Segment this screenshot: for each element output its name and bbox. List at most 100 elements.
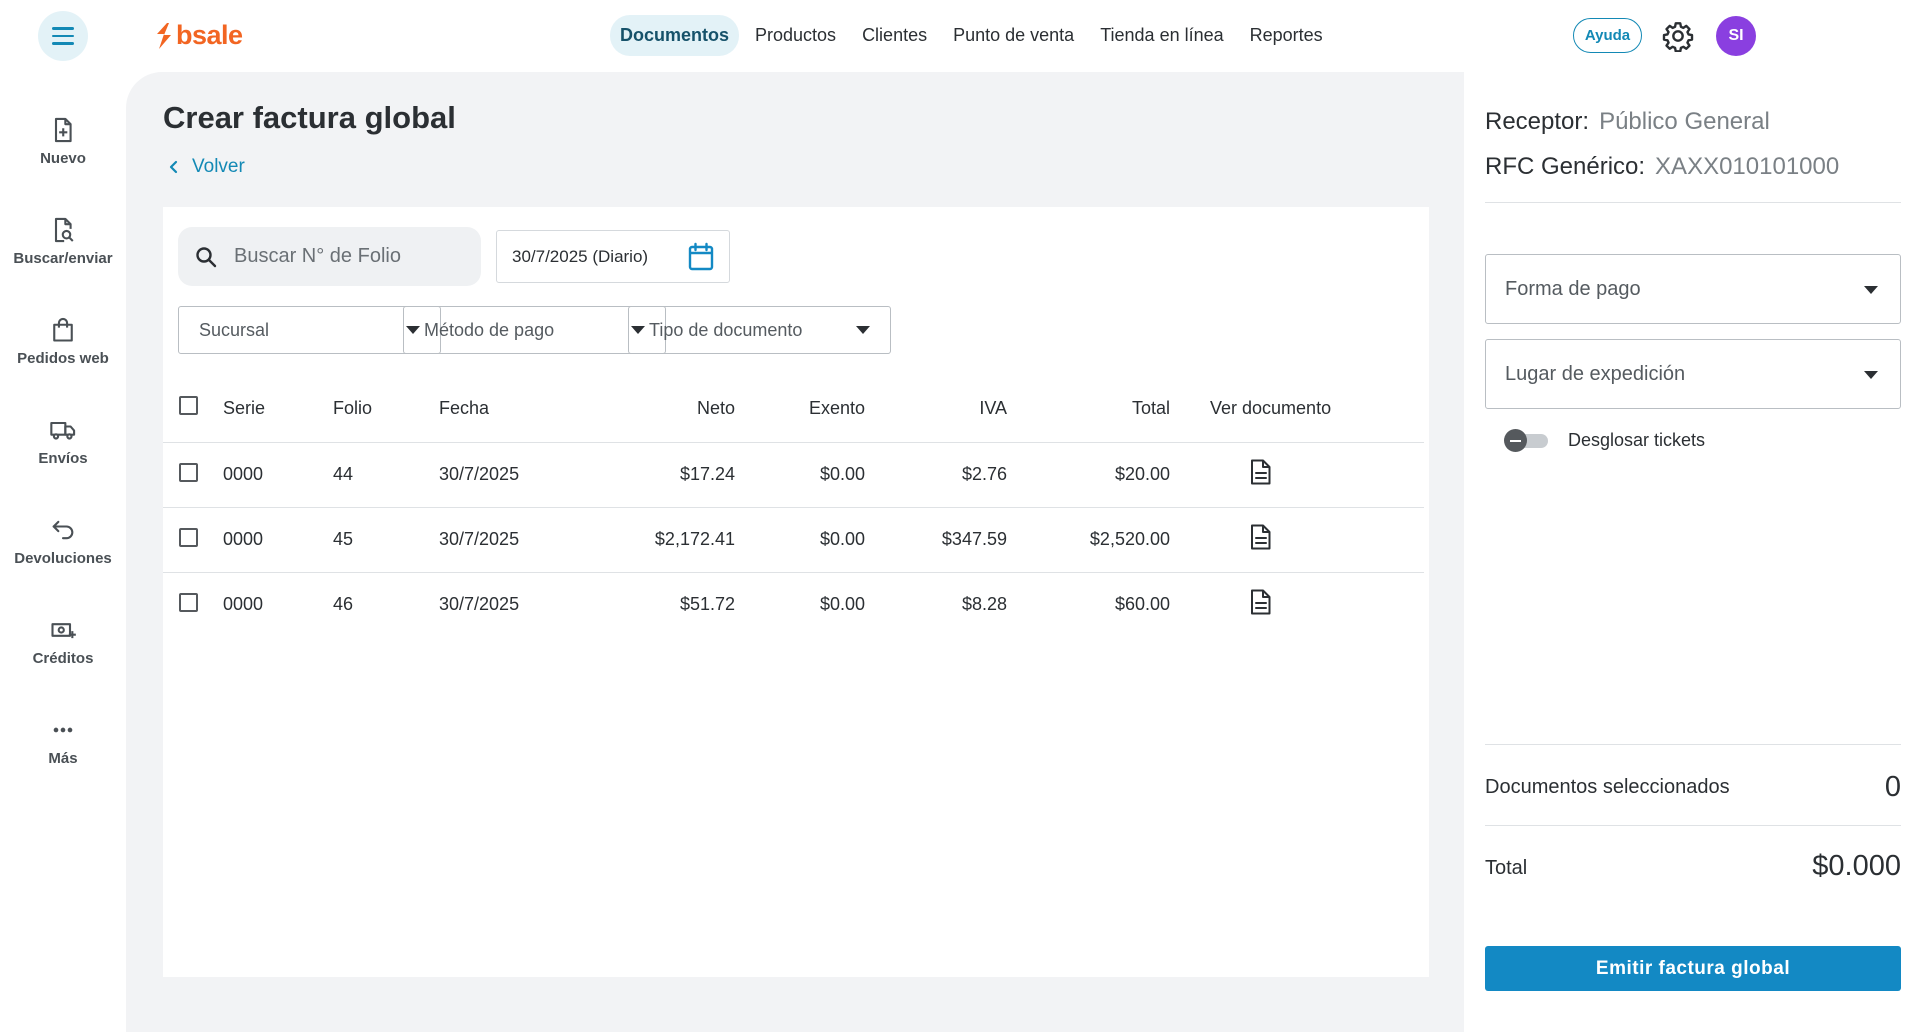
table-row: 0000 46 30/7/2025 $51.72 $0.00 $8.28 $60… [163,572,1424,637]
chevron-left-icon [169,160,178,174]
search-icon [196,246,217,267]
sidebar-item-devoluciones[interactable]: Devoluciones [0,516,126,567]
forma-pago-select[interactable]: Forma de pago [1485,254,1901,324]
metodo-pago-select[interactable]: Método de pago [403,306,666,354]
date-picker[interactable]: 30/7/2025 (Diario) [496,230,730,283]
cell-iva: $2.76 [865,442,1007,508]
col-folio: Folio [333,375,439,443]
top-bar: bsale Documentos Productos Clientes Punt… [0,0,1920,72]
cell-fecha: 30/7/2025 [439,442,569,508]
emit-global-invoice-button[interactable]: Emitir factura global [1485,946,1901,991]
nav-productos[interactable]: Productos [745,15,846,56]
tipo-documento-select[interactable]: Tipo de documento [628,306,891,354]
forma-pago-select-label: Forma de pago [1505,277,1641,300]
caret-down-icon [1864,371,1878,379]
view-document-icon[interactable] [1250,524,1272,550]
user-avatar[interactable]: SI [1716,16,1756,56]
divider [1485,744,1901,745]
docs-selected-label: Documentos seleccionados [1485,776,1730,798]
cell-total: $2,520.00 [1007,507,1170,573]
receptor-value: Público General [1599,108,1770,135]
sidebar-item-pedidos-web[interactable]: Pedidos web [0,316,126,367]
money-plus-icon [51,623,76,639]
cell-neto: $17.24 [569,442,735,508]
nav-punto-de-venta[interactable]: Punto de venta [943,15,1084,56]
return-arrow-icon [52,520,74,540]
truck-icon [50,421,76,440]
table-header-row: Serie Folio Fecha Neto Exento IVA Total … [163,375,1424,443]
metodo-pago-select-label: Método de pago [424,319,555,340]
file-search-icon [54,217,74,243]
nav-clientes[interactable]: Clientes [852,15,937,56]
invoice-side-panel: Receptor: Público General RFC Genérico: XA… [1464,72,1920,1032]
sidebar-item-buscar-enviar[interactable]: Buscar/enviar [0,216,126,267]
caret-down-icon [856,326,870,334]
col-exento: Exento [735,375,865,443]
cell-folio: 45 [333,507,439,573]
receptor-row: Receptor: Público General [1485,108,1770,136]
sucursal-select-label: Sucursal [199,319,270,340]
main-nav: Documentos Productos Clientes Punto de v… [610,15,1333,56]
view-document-icon[interactable] [1250,459,1272,485]
cell-exento: $0.00 [819,594,865,615]
nav-tienda-en-linea[interactable]: Tienda en línea [1090,15,1233,56]
lugar-expedicion-select[interactable]: Lugar de expedición [1485,339,1901,409]
cell-folio: 46 [333,594,354,615]
cell-total: $60.00 [1114,594,1170,615]
view-document-icon[interactable] [1250,589,1272,615]
more-dots-icon [53,727,73,733]
brand-logo[interactable]: bsale [154,20,243,51]
menu-toggle-button[interactable] [38,11,88,61]
folio-search[interactable] [178,227,481,286]
cell-exento: $0.00 [735,507,865,573]
desglosar-tickets-label: Desglosar tickets [1568,429,1706,450]
file-plus-icon [54,117,72,143]
caret-down-icon [1864,286,1878,294]
cell-serie: 0000 [223,594,264,615]
help-button[interactable]: Ayuda [1573,18,1642,53]
sucursal-select[interactable]: Sucursal [178,306,441,354]
select-all-checkbox[interactable] [179,396,198,416]
row-checkbox[interactable] [179,527,198,547]
rfc-value: XAXX010101000 [1655,153,1840,180]
row-checkbox[interactable] [179,592,198,612]
divider [1485,202,1901,203]
rfc-row: RFC Genérico: XAXX010101000 [1485,153,1839,181]
documents-table: Serie Folio Fecha Neto Exento IVA Total … [163,375,1424,637]
sidebar-item-label: Pedidos web [17,350,109,367]
cell-serie: 0000 [223,507,333,573]
sidebar-item-label: Envíos [38,450,88,467]
hamburger-icon [52,25,74,48]
sidebar-item-label: Créditos [32,650,94,667]
divider [1485,825,1901,826]
desglosar-tickets-toggle[interactable] [1504,429,1548,452]
nav-documentos[interactable]: Documentos [610,15,740,56]
documents-card: 30/7/2025 (Diario) Sucursal Método de pa… [163,207,1429,977]
col-total: Total [1007,375,1170,443]
bsale-logo-icon [157,22,171,49]
shopping-bag-icon [53,317,73,342]
col-neto: Neto [569,375,735,443]
sidebar-item-creditos[interactable]: Créditos [0,616,126,667]
row-checkbox[interactable] [179,462,198,482]
sidebar-item-envios[interactable]: Envíos [0,416,126,467]
nav-reportes[interactable]: Reportes [1240,15,1333,56]
sidebar-item-label: Más [48,750,78,767]
cell-exento: $0.00 [735,442,865,508]
folio-search-input[interactable] [234,245,464,268]
date-value: 30/7/2025 (Diario) [512,246,649,266]
table-row: 0000 44 30/7/2025 $17.24 $0.00 $2.76 $20… [163,442,1424,508]
sidebar-item-mas[interactable]: Más [0,716,126,767]
back-link[interactable]: Volver [168,156,245,178]
cell-iva: $347.59 [865,507,1007,573]
gear-icon[interactable] [1662,20,1694,52]
left-sidebar: Nuevo Buscar/enviar Pedidos web Envíos D… [0,72,126,1032]
cell-iva: $8.28 [961,594,1007,615]
cell-folio: 44 [333,442,439,508]
sidebar-item-nuevo[interactable]: Nuevo [0,116,126,167]
cell-neto: $51.72 [679,594,735,615]
cell-neto: $2,172.41 [569,507,735,573]
lugar-expedicion-select-label: Lugar de expedición [1505,362,1686,385]
calendar-icon [688,242,714,271]
docs-selected-value: 0 [1884,771,1901,803]
